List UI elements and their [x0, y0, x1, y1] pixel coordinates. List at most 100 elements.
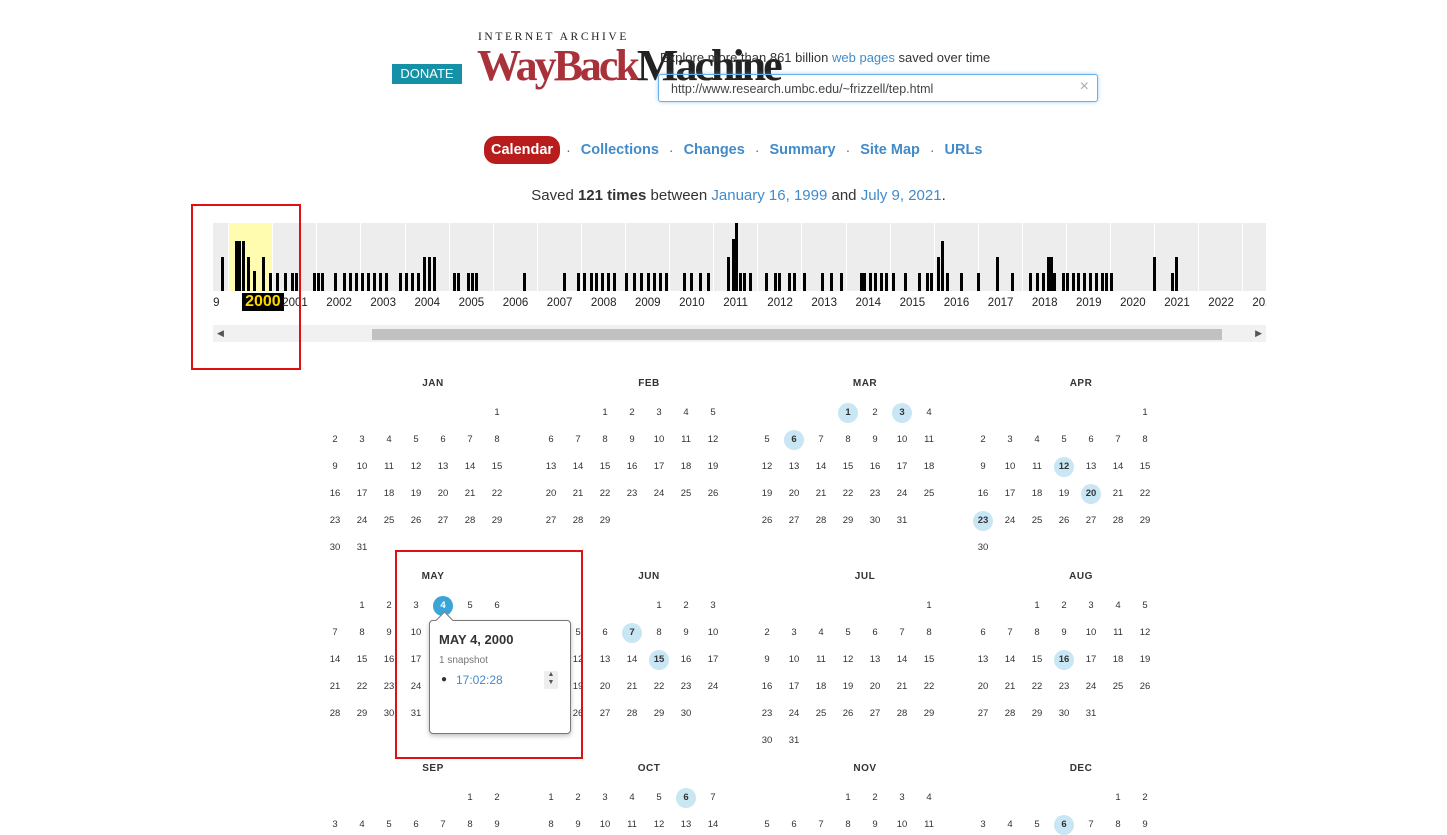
calendar-day: 11: [816, 654, 826, 665]
snapshot-day[interactable]: 16: [1054, 650, 1074, 670]
calendar-day: 7: [467, 434, 473, 445]
calendar-day: 11: [924, 434, 934, 445]
calendar-day: 30: [977, 542, 989, 553]
snapshot-day[interactable]: 7: [622, 623, 642, 643]
calendar-day: 14: [1112, 461, 1124, 472]
calendar-day: 8: [1034, 627, 1040, 638]
year-label-2010[interactable]: 2010: [679, 297, 705, 309]
calendar-day: 13: [1085, 461, 1097, 472]
snapshot-day[interactable]: 15: [649, 650, 669, 670]
calendar-day: 3: [791, 627, 797, 638]
clear-icon[interactable]: ×: [1080, 78, 1089, 96]
year-label-2022[interactable]: 2022: [1208, 297, 1234, 309]
year-label-2018[interactable]: 2018: [1032, 297, 1058, 309]
year-label-2002[interactable]: 2002: [326, 297, 352, 309]
year-label-2019[interactable]: 2019: [1076, 297, 1102, 309]
snapshot-day[interactable]: 1: [838, 403, 858, 423]
year-label-2005[interactable]: 2005: [459, 297, 485, 309]
year-label-2012[interactable]: 2012: [767, 297, 793, 309]
capture-sparkline[interactable]: [213, 223, 1266, 291]
month-name: AUG: [1069, 571, 1093, 582]
year-label-2017[interactable]: 2017: [988, 297, 1014, 309]
calendar-day: 8: [845, 434, 851, 445]
calendar-day: 29: [491, 515, 503, 526]
calendar-day: 22: [491, 488, 503, 499]
tab-summary[interactable]: Summary: [765, 142, 839, 158]
month-name: MAR: [852, 378, 878, 389]
calendar-day: 16: [977, 488, 989, 499]
snapshot-day[interactable]: 6: [784, 430, 804, 450]
snapshot-day[interactable]: 23: [973, 511, 993, 531]
snapshot-day[interactable]: 12: [1054, 457, 1074, 477]
year-label-2021[interactable]: 2021: [1164, 297, 1190, 309]
calendar-day: 9: [1142, 819, 1148, 830]
year-label-2003[interactable]: 2003: [370, 297, 396, 309]
tagline: Explore more than 861 billion web pages …: [660, 50, 990, 65]
year-label-2006[interactable]: 2006: [503, 297, 529, 309]
calendar-day: 18: [923, 461, 935, 472]
capture-density-bar: [774, 273, 777, 291]
snapshot-day[interactable]: 6: [1054, 815, 1074, 835]
year-cell-2007[interactable]: [536, 223, 581, 291]
year-cell-2023[interactable]: [1242, 223, 1266, 291]
calendar-day: 4: [359, 819, 365, 830]
capture-density-bar: [840, 273, 843, 291]
calendar-day: 29: [1139, 515, 1151, 526]
web-pages-link[interactable]: web pages: [832, 50, 895, 65]
snapshot-day[interactable]: 20: [1081, 484, 1101, 504]
popup-scroll-icon[interactable]: ▲ ▼: [544, 671, 558, 689]
snapshot-day[interactable]: 6: [676, 788, 696, 808]
first-capture-link[interactable]: January 16, 1999: [711, 187, 827, 204]
tab-calendar[interactable]: Calendar: [484, 136, 561, 164]
calendar-day: 18: [1112, 654, 1124, 665]
tab-separator: ·: [929, 142, 935, 158]
month-name: JUL: [854, 571, 876, 582]
calendar-day: 24: [788, 708, 800, 719]
timeline-scrollbar[interactable]: ◀ ▶: [213, 325, 1266, 342]
calendar-day: 24: [356, 515, 368, 526]
url-input-value[interactable]: http://www.research.umbc.edu/~frizzell/t…: [671, 82, 933, 96]
calendar-day: 2: [494, 792, 500, 803]
calendar-day: 22: [923, 681, 935, 692]
snapshot-day[interactable]: 3: [892, 403, 912, 423]
year-label-2014[interactable]: 2014: [856, 297, 882, 309]
capture-density-bar: [607, 273, 610, 291]
tab-site-map[interactable]: Site Map: [856, 142, 924, 158]
capture-density-bar: [457, 273, 460, 291]
capture-density-bar: [869, 273, 872, 291]
year-cell-2022[interactable]: [1198, 223, 1242, 291]
year-cell-2006[interactable]: [492, 223, 537, 291]
year-label-2013[interactable]: 2013: [811, 297, 837, 309]
capture-density-bar: [647, 273, 650, 291]
year-label-2011[interactable]: 2011: [723, 297, 748, 309]
tab-urls[interactable]: URLs: [941, 142, 987, 158]
capture-density-bar: [885, 273, 888, 291]
last-capture-link[interactable]: July 9, 2021: [861, 187, 942, 204]
calendar-day: 2: [629, 407, 635, 418]
year-cell-2020[interactable]: [1110, 223, 1154, 291]
snapshot-time-link[interactable]: 17:02:28: [456, 673, 503, 687]
scroll-right-icon[interactable]: ▶: [1255, 328, 1262, 339]
year-label-2008[interactable]: 2008: [591, 297, 617, 309]
calendar-day: 4: [629, 792, 635, 803]
capture-density-bar: [1029, 273, 1032, 291]
year-label-2007[interactable]: 2007: [547, 297, 573, 309]
year-cell-2017[interactable]: [977, 223, 1022, 291]
calendar-day: 26: [842, 708, 854, 719]
calendar-day: 3: [602, 792, 608, 803]
year-label-2015[interactable]: 2015: [900, 297, 926, 309]
url-search-input[interactable]: http://www.research.umbc.edu/~frizzell/t…: [658, 74, 1098, 102]
calendar-day: 25: [383, 515, 395, 526]
year-label-2009[interactable]: 2009: [635, 297, 661, 309]
year-label-2016[interactable]: 2016: [944, 297, 970, 309]
year-label-2020[interactable]: 2020: [1120, 297, 1146, 309]
donate-button[interactable]: DONATE: [392, 64, 462, 84]
calendar-day: 2: [1061, 600, 1067, 611]
year-label-2023[interactable]: 2023: [1252, 297, 1266, 309]
year-label-2004[interactable]: 2004: [415, 297, 441, 309]
calendar-day: 19: [1058, 488, 1070, 499]
tab-collections[interactable]: Collections: [577, 142, 663, 158]
tab-changes[interactable]: Changes: [680, 142, 749, 158]
calendar-day: 5: [764, 434, 770, 445]
scroll-thumb[interactable]: [372, 329, 1222, 340]
